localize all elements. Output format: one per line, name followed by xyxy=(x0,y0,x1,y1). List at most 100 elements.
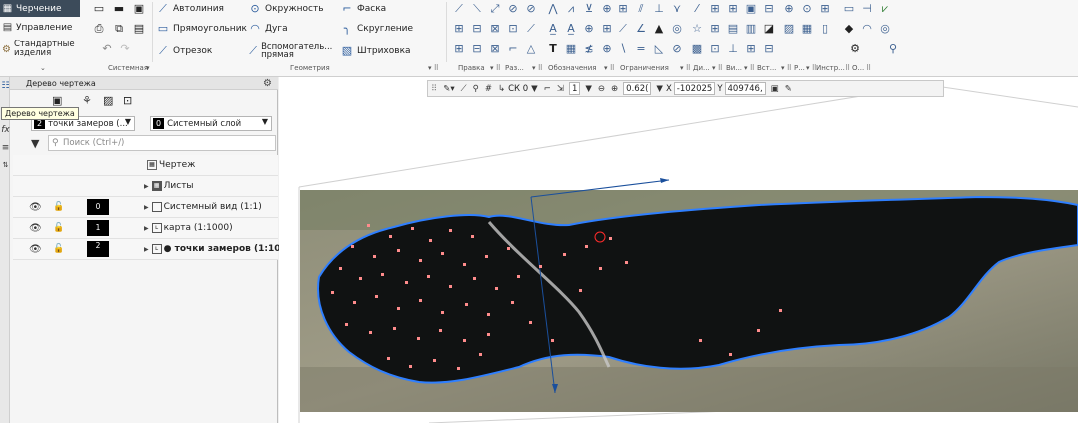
view-icon[interactable]: ⊡ xyxy=(123,94,132,107)
chevron-right-icon[interactable]: ▶ xyxy=(144,204,149,211)
text-icon[interactable]: T xyxy=(546,42,560,56)
circle-tool[interactable]: ⊙ Окружность xyxy=(248,1,323,17)
grid-icon[interactable]: # xyxy=(485,84,492,94)
save-as-icon[interactable]: ▤ xyxy=(132,22,146,36)
layers-icon[interactable]: ⚘ xyxy=(82,94,92,107)
eyedropper-icon[interactable]: ✎ xyxy=(785,84,792,94)
constraint-icon[interactable]: ⊘ xyxy=(670,42,684,56)
sort-icon[interactable]: ⇅ xyxy=(1,161,10,169)
layer-combo[interactable]: 0 Системный слой ▼ xyxy=(150,116,272,131)
autoline-tool[interactable]: ⟋ Автолиния xyxy=(156,1,224,17)
constraint-icon[interactable]: ∠ xyxy=(634,22,648,36)
edit-icon[interactable]: ⟍ xyxy=(470,2,484,16)
snap-icon[interactable]: ⟋ xyxy=(461,84,467,94)
tool-icon[interactable]: ⊡ xyxy=(708,42,722,56)
notation-icon[interactable]: ≴ xyxy=(582,42,596,56)
notation-icon[interactable]: A̲ xyxy=(546,22,560,36)
properties-icon[interactable]: ▣ xyxy=(771,84,779,94)
chevron-right-icon[interactable]: ▶ xyxy=(144,246,149,253)
insert-icon[interactable]: ◎ xyxy=(878,22,892,36)
edit-icon[interactable]: ⊡ xyxy=(506,22,520,36)
copy-icon[interactable]: ⧉ xyxy=(112,22,126,36)
step-input[interactable]: 1 xyxy=(568,82,581,95)
view-icon[interactable]: ▨ xyxy=(782,22,796,36)
tree-row-layer-active[interactable]: 👁 🔓 2 ▶ ʟ ● точки замеров (1:100 xyxy=(13,239,287,260)
tool-icon[interactable]: ▥ xyxy=(744,22,758,36)
grip-icon[interactable]: ⠿ xyxy=(431,84,437,94)
tool-icon[interactable]: ▤ xyxy=(726,22,740,36)
view-icon[interactable]: ⊕ xyxy=(782,2,796,16)
round-icon[interactable]: ⇲ xyxy=(557,84,564,94)
collapse-icon[interactable]: ⌄ xyxy=(40,64,46,72)
constraint-icon[interactable]: ∖ xyxy=(616,42,630,56)
fillet-tool[interactable]: ╮ Скругление xyxy=(340,21,413,37)
new-doc-icon[interactable]: ▭ xyxy=(92,2,106,16)
tree-row-layer[interactable]: 👁 🔓 0 ▶ Системный вид (1:1) xyxy=(13,197,278,218)
chevron-right-icon[interactable]: ▶ xyxy=(144,225,149,232)
view-icon[interactable]: ▯ xyxy=(818,22,832,36)
step-icon[interactable]: ⌐ xyxy=(544,84,551,94)
snap-icon[interactable]: ⚲ xyxy=(473,84,479,94)
constraint-icon[interactable]: ⋎ xyxy=(670,2,684,16)
insert-icon[interactable]: ◆ xyxy=(842,22,856,36)
rectangle-tool[interactable]: ▭ Прямоугольник xyxy=(156,21,247,37)
chevron-down-icon[interactable]: ▼ xyxy=(585,84,592,94)
segment-tool[interactable]: ⟋ Отрезок xyxy=(156,43,212,59)
edit-icon[interactable]: △ xyxy=(524,42,538,56)
eye-icon[interactable]: 👁 xyxy=(29,244,42,255)
edit-icon[interactable]: ⌐ xyxy=(506,42,520,56)
notation-icon[interactable]: A̲ xyxy=(564,22,578,36)
notation-icon[interactable]: ⊻ xyxy=(582,2,596,16)
unlock-icon[interactable]: 🔓 xyxy=(53,244,64,254)
save-icon[interactable]: ▣ xyxy=(132,2,146,16)
edit-icon[interactable]: ⟋ xyxy=(524,22,538,36)
constraint-icon[interactable]: ▲ xyxy=(652,22,666,36)
angle-icon[interactable]: ⊖ xyxy=(598,84,605,94)
tool-icon[interactable]: ⊞ xyxy=(726,2,740,16)
tool-icon[interactable]: ⊞ xyxy=(708,22,722,36)
notation-icon[interactable]: ⊕ xyxy=(582,22,596,36)
tool-icon[interactable]: ⊞ xyxy=(708,2,722,16)
edit-icon[interactable]: ⊞ xyxy=(452,22,466,36)
constraint-icon[interactable]: ⫽ xyxy=(634,2,648,16)
mode-management[interactable]: ▤ Управление xyxy=(0,19,80,36)
drawing-canvas[interactable] xyxy=(279,77,1078,423)
tool-icon[interactable]: ⁄ xyxy=(690,2,704,16)
tree-item-sheets[interactable]: ▶ ▦ Листы xyxy=(13,176,278,197)
print-icon[interactable]: ⎙ xyxy=(92,22,106,36)
tool-icon[interactable]: ▣ xyxy=(744,2,758,16)
unlock-icon[interactable]: 🔓 xyxy=(53,202,64,212)
view-icon[interactable]: ⊞ xyxy=(818,2,832,16)
tool-icon[interactable]: ◪ xyxy=(762,22,776,36)
tool-icon[interactable]: ☆ xyxy=(690,22,704,36)
y-coordinate[interactable]: 409746, xyxy=(724,82,766,95)
folder-icon[interactable]: ▬ xyxy=(112,2,126,16)
constraint-icon[interactable]: = xyxy=(634,42,648,56)
tool-icon[interactable]: ⊟ xyxy=(762,42,776,56)
edit-icon[interactable]: ⊠ xyxy=(488,22,502,36)
constraint-icon[interactable]: ⊥ xyxy=(652,2,666,16)
eye-icon[interactable]: 👁 xyxy=(29,223,42,234)
arc-tool[interactable]: ◠ Дуга xyxy=(248,21,287,37)
edit-icon[interactable]: ⊟ xyxy=(470,42,484,56)
options-icon[interactable]: ⚲ xyxy=(886,42,900,56)
tool-icon[interactable]: ⊟ xyxy=(762,2,776,16)
instruments-icon[interactable]: ⚙ xyxy=(848,42,862,56)
aux-line-tool[interactable]: ⟋ Вспомогатель... прямая xyxy=(248,41,338,61)
edit-icon[interactable]: ⊘ xyxy=(506,2,520,16)
image-icon[interactable]: ▨ xyxy=(103,94,113,107)
constraint-icon[interactable]: ⊞ xyxy=(616,2,630,16)
notation-icon[interactable]: ⊕ xyxy=(600,2,614,16)
pen-icon[interactable]: ✎▾ xyxy=(443,84,454,94)
edit-icon[interactable]: ⤢ xyxy=(488,2,502,16)
eye-icon[interactable]: 👁 xyxy=(29,202,42,213)
chamfer-tool[interactable]: ⌐ Фаска xyxy=(340,1,386,17)
cube-icon[interactable]: ▣ xyxy=(52,94,62,107)
formula-icon[interactable]: fx xyxy=(1,125,10,135)
edit-icon[interactable]: ⊟ xyxy=(470,22,484,36)
edit-icon[interactable]: ⊠ xyxy=(488,42,502,56)
notation-icon[interactable]: ⋀ xyxy=(546,2,560,16)
zoom-input[interactable]: 0.62( xyxy=(623,82,652,95)
zoom-icon[interactable]: ⊕ xyxy=(611,84,618,94)
notation-icon[interactable]: ⊞ xyxy=(600,22,614,36)
